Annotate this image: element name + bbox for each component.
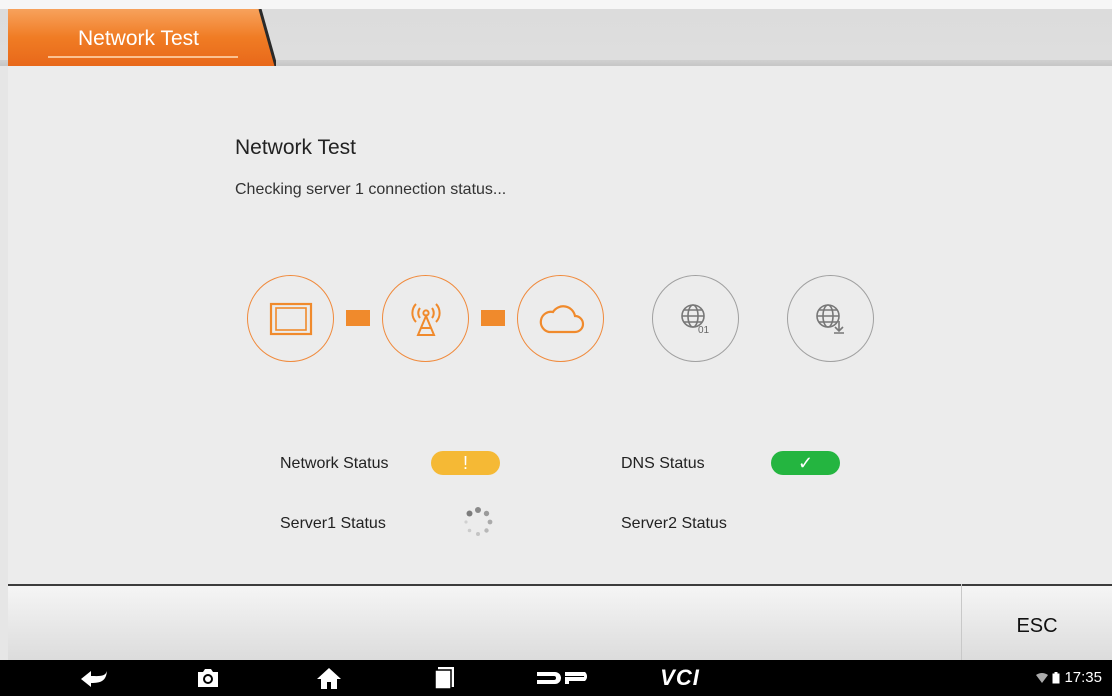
link-connector — [346, 310, 370, 326]
server2-status-label: Server2 Status — [621, 515, 727, 532]
dns-status-label: DNS Status — [621, 455, 705, 472]
server1-status-label: Server1 Status — [280, 515, 386, 532]
top-tab-bar: Network Test — [0, 0, 1112, 66]
globe-badge-text: 01 — [698, 325, 710, 336]
loading-spinner-icon — [464, 507, 493, 536]
tab-label: Network Test — [78, 27, 199, 50]
network-status-badge: ! — [431, 451, 500, 475]
status-message: Checking server 1 connection status... — [235, 181, 507, 198]
dp-logo-icon[interactable] — [535, 666, 591, 690]
tablet-icon — [247, 275, 334, 362]
battery-icon — [1052, 671, 1060, 683]
vci-icon[interactable]: VCI — [650, 665, 710, 690]
network-status-label: Network Status — [280, 455, 389, 472]
camera-icon[interactable] — [194, 666, 222, 690]
dns-status-badge: ✓ — [771, 451, 840, 475]
back-icon[interactable] — [78, 666, 110, 690]
status-clock: 17:35 — [1036, 669, 1102, 686]
home-icon[interactable] — [314, 666, 344, 690]
antenna-icon — [382, 275, 469, 362]
recent-apps-icon[interactable] — [432, 666, 458, 690]
link-connector — [481, 310, 505, 326]
wifi-icon — [1036, 672, 1049, 683]
page-title: Network Test — [235, 136, 356, 159]
globe-01-icon: 01 — [652, 275, 739, 362]
cloud-icon — [517, 275, 604, 362]
globe-download-icon — [787, 275, 874, 362]
bottom-toolbar — [8, 584, 1112, 660]
tab-network-test[interactable]: Network Test — [8, 9, 276, 66]
esc-button[interactable]: ESC — [961, 584, 1112, 660]
clock-time: 17:35 — [1064, 669, 1102, 686]
system-nav-bar: VCI 17:35 — [0, 660, 1112, 696]
